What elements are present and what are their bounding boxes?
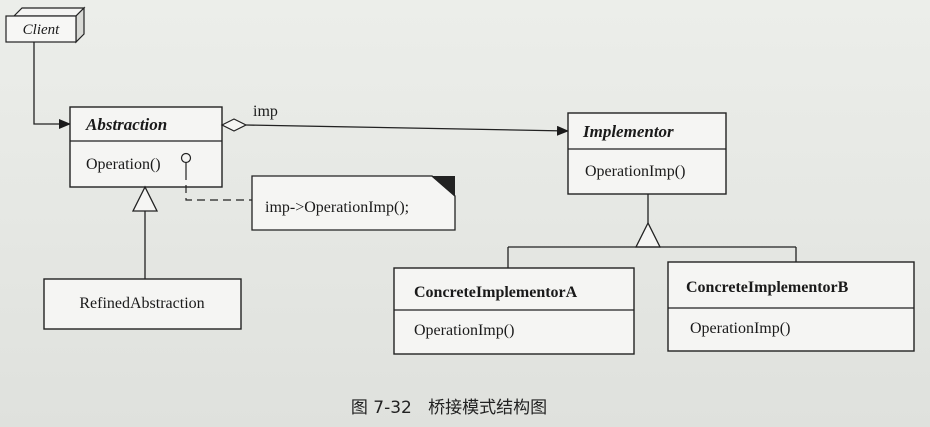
client-box: Client xyxy=(5,6,86,44)
concrete-implementor-b-class: ConcreteImplementorB OperationImp() xyxy=(667,261,915,352)
abstraction-class: Abstraction Operation() xyxy=(69,106,223,188)
note-text: imp->OperationImp(); xyxy=(265,199,409,216)
note-box: imp->OperationImp(); xyxy=(251,175,456,231)
figure-caption: 图 7-32 桥接模式结构图 xyxy=(351,398,547,418)
note-anchor-circle xyxy=(180,152,192,164)
concrete-b-title: ConcreteImplementorB xyxy=(686,279,849,296)
diagram-page: Client Abstraction Operation() imp imp->… xyxy=(0,0,930,427)
client-association-line xyxy=(33,42,71,129)
implementor-inheritance-triangle xyxy=(634,221,662,248)
aggregation-diamond xyxy=(220,118,248,132)
concrete-a-operation: OperationImp() xyxy=(414,322,514,339)
abstraction-inheritance xyxy=(131,185,159,279)
implementor-operation: OperationImp() xyxy=(585,163,685,180)
refined-abstraction-title: RefinedAbstraction xyxy=(79,295,204,312)
abstraction-operation: Operation() xyxy=(86,156,161,173)
concrete-implementor-a-class: ConcreteImplementorA OperationImp() xyxy=(393,267,635,355)
client-label: Client xyxy=(23,22,60,38)
implementor-class: Implementor OperationImp() xyxy=(567,112,727,195)
inheritance-triangle xyxy=(131,185,159,212)
abstraction-title: Abstraction xyxy=(85,115,167,134)
concrete-a-title: ConcreteImplementorA xyxy=(414,284,578,301)
concrete-b-operation: OperationImp() xyxy=(690,320,790,337)
bridge-pattern-diagram: Client Abstraction Operation() imp imp->… xyxy=(5,6,915,418)
refined-abstraction-class: RefinedAbstraction xyxy=(43,278,242,330)
imp-aggregation: imp xyxy=(220,103,569,136)
implementor-inheritance xyxy=(507,194,797,268)
imp-label: imp xyxy=(253,103,278,120)
implementor-title: Implementor xyxy=(582,122,674,141)
